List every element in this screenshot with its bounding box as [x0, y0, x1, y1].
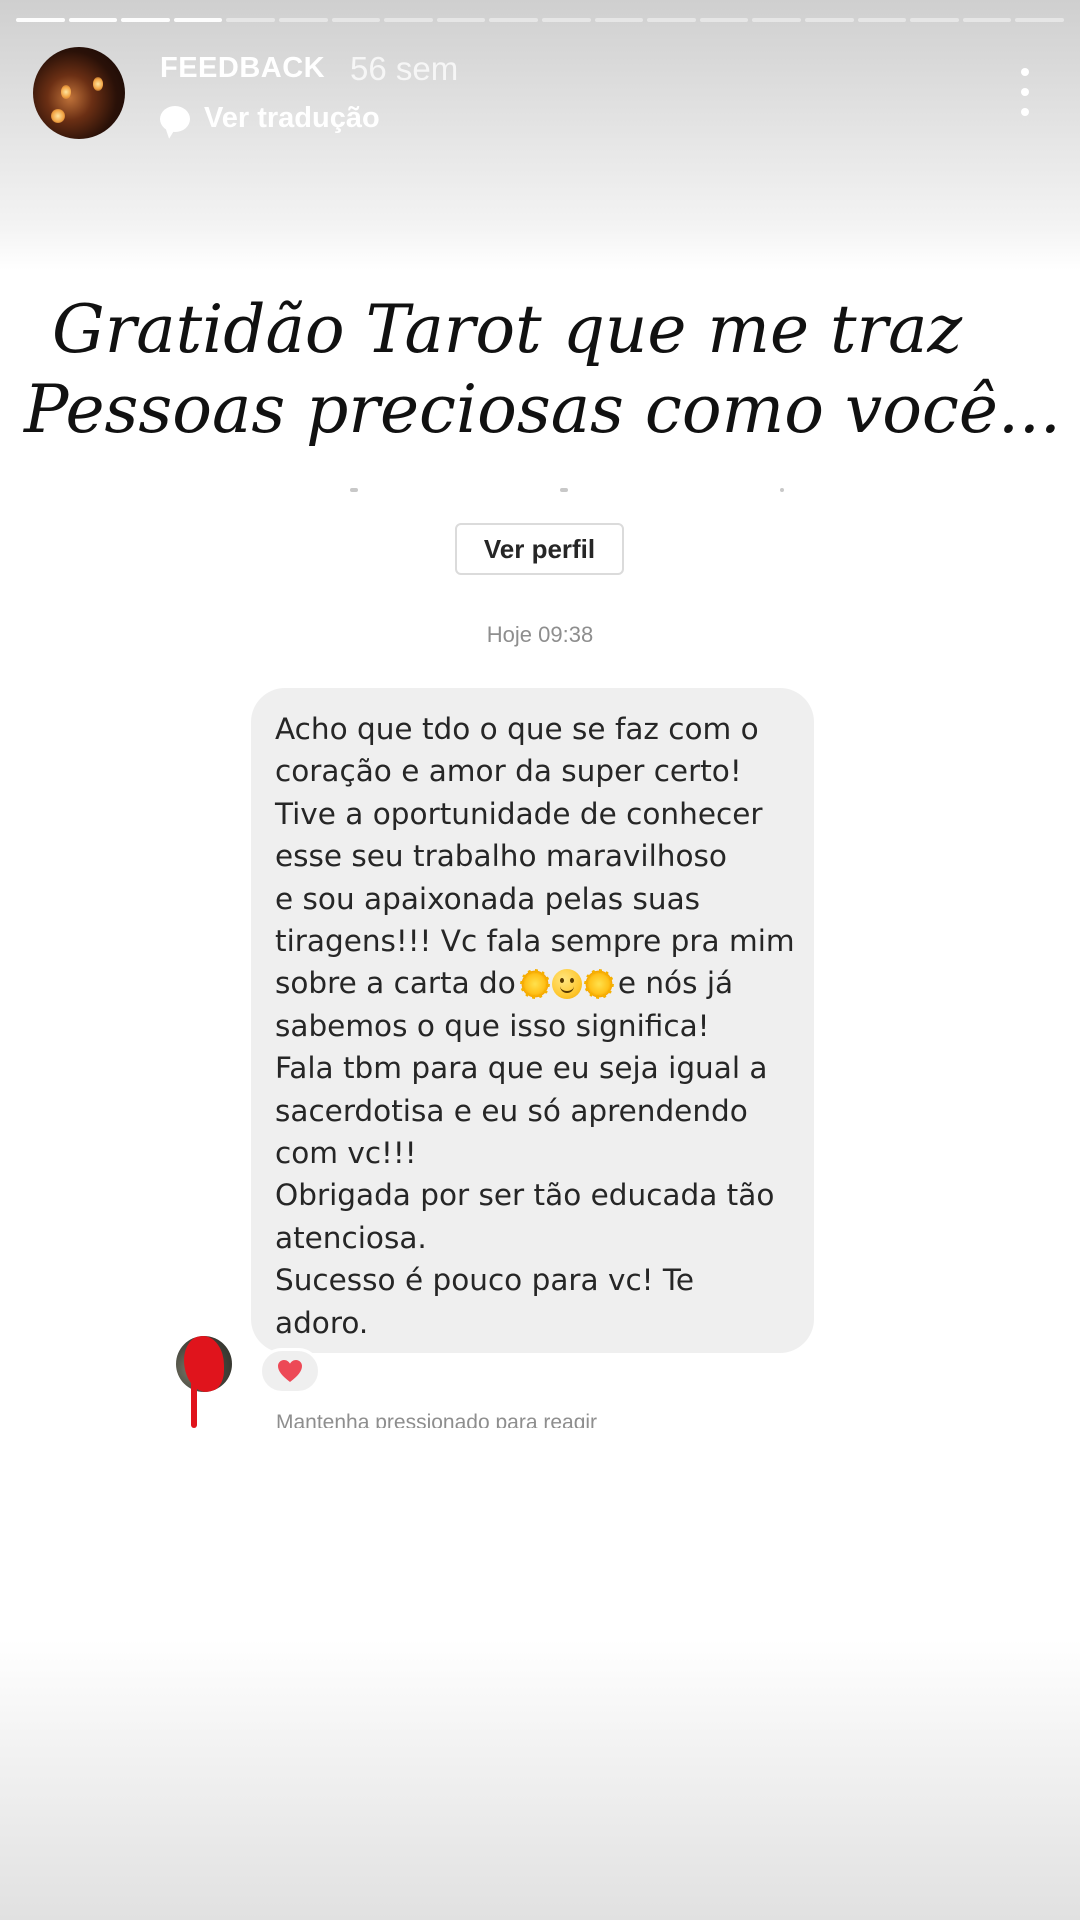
progress-segment — [804, 18, 854, 22]
story-username[interactable]: FEEDBACK — [160, 52, 325, 85]
story-avatar[interactable] — [33, 47, 125, 139]
progress-segment — [541, 18, 591, 22]
sun-with-face-emoji-icon — [583, 969, 614, 1000]
message-line: Obrigada por ser tão educada tão — [275, 1178, 775, 1213]
progress-segment — [226, 18, 275, 22]
message-line: adoro. — [275, 1305, 369, 1340]
message-fragment: sobre a carta do — [275, 966, 516, 1001]
caption-line-2: Pessoas preciosas como você... — [24, 371, 1061, 448]
candle-glow — [61, 85, 71, 99]
progress-segment — [752, 18, 801, 22]
emoji-group — [519, 969, 614, 1000]
message-line: esse seu trabalho maravilhoso — [275, 839, 727, 874]
message-line: tiragens!!! Vc fala sempre pra mim — [275, 924, 795, 959]
progress-segment — [857, 18, 907, 22]
candle-glow — [51, 109, 65, 123]
sun-emoji-icon — [519, 969, 550, 1000]
more-vertical-icon-dot — [1021, 88, 1029, 96]
message-bubble[interactable]: Acho que tdo o que se faz com o coração … — [251, 688, 814, 1353]
message-line-with-emojis: sobre a carta do e nós já — [275, 962, 792, 1004]
sender-avatar[interactable] — [176, 1336, 232, 1392]
message-line: sabemos o que isso significa! — [275, 1008, 710, 1043]
redaction-mark — [191, 1380, 197, 1428]
translate-label: Ver tradução — [204, 102, 380, 134]
translate-button[interactable]: Ver tradução — [160, 102, 380, 135]
smiling-face-emoji-icon — [551, 969, 582, 1000]
progress-segment — [331, 18, 381, 22]
progress-segment — [278, 18, 328, 22]
progress-segment — [699, 18, 749, 22]
progress-segment — [436, 18, 486, 22]
message-line: e sou apaixonada pelas suas — [275, 881, 701, 916]
reaction-hint: Mantenha pressionado para reagir — [276, 1411, 598, 1428]
cropped-header-remnant — [560, 488, 568, 492]
progress-segment — [962, 18, 1012, 22]
speech-bubble-icon — [160, 105, 190, 132]
more-options-button[interactable] — [1010, 64, 1040, 120]
more-vertical-icon-dot — [1021, 108, 1029, 116]
message-line: coração e amor da super certo! — [275, 754, 742, 789]
message-line: com vc!!! — [275, 1136, 417, 1171]
more-vertical-icon — [1021, 68, 1029, 76]
progress-segment — [121, 18, 170, 22]
message-line: Acho que tdo o que se faz com o — [275, 712, 759, 746]
redaction-mark — [184, 1336, 224, 1392]
view-profile-button[interactable]: Ver perfil — [455, 523, 624, 575]
candle-glow — [93, 77, 103, 91]
cropped-header-remnant — [780, 488, 784, 492]
caption-line-1: Gratidão Tarot que me traz — [52, 291, 963, 368]
progress-segment — [647, 18, 696, 22]
cropped-header-remnant — [350, 488, 358, 492]
story-bottom-gradient — [0, 1640, 1080, 1920]
red-heart-icon — [278, 1360, 302, 1382]
message-fragment: e nós já — [617, 966, 734, 1001]
progress-segment — [173, 18, 223, 22]
progress-segment — [384, 18, 433, 22]
story-timestamp: 56 sem — [350, 50, 459, 87]
story-progress-bar — [16, 18, 1064, 24]
message-line: Fala tbm para que eu seja igual a — [275, 1051, 768, 1086]
message-line: atenciosa. — [275, 1220, 427, 1255]
message-line: sacerdotisa e eu só aprendendo — [275, 1093, 748, 1128]
progress-segment — [1015, 18, 1064, 22]
progress-segment — [489, 18, 538, 22]
progress-segment — [594, 18, 644, 22]
progress-segment — [16, 18, 65, 22]
progress-segment — [910, 18, 959, 22]
message-line: Tive a oportunidade de conhecer — [275, 796, 763, 831]
message-line: Sucesso é pouco para vc! Te — [275, 1263, 695, 1298]
reaction-badge[interactable] — [259, 1348, 321, 1394]
message-timestamp: Hoje 09:38 — [486, 622, 594, 647]
progress-segment — [68, 18, 118, 22]
